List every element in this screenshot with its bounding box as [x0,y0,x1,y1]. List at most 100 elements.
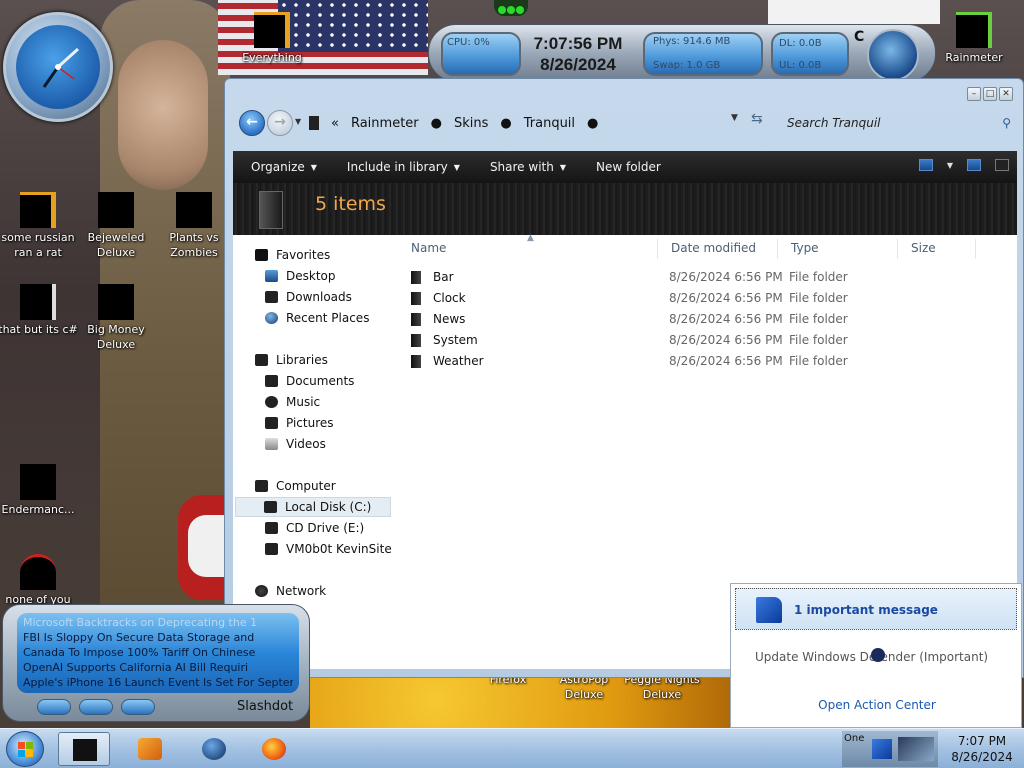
news-prev-button[interactable] [37,699,71,715]
file-row[interactable]: Weather 8/26/2024 6:56 PM File folder [403,351,1003,372]
nav-music[interactable]: Music [265,392,320,412]
nav-computer[interactable]: Computer [255,476,336,496]
column-header-date[interactable]: Date modified [671,241,756,255]
file-row[interactable]: Clock 8/26/2024 6:56 PM File folder [403,288,1003,309]
desktop-icon-bejeweled[interactable]: Bejeweled Deluxe [74,192,158,260]
tray-app-icon[interactable] [898,737,934,761]
nav-desktop[interactable]: Desktop [265,266,336,286]
nav-local-disk[interactable]: Local Disk (C:) [235,497,391,517]
sort-arrow-icon: ▲ [527,233,534,243]
open-action-center-link[interactable]: Open Action Center [731,698,1023,712]
column-divider[interactable] [777,239,778,259]
close-button[interactable]: ✕ [999,87,1013,101]
desktop-icon-rainmeter[interactable]: Rainmeter [932,12,1016,65]
news-headline[interactable]: Apple's iPhone 16 Launch Event Is Set Fo… [23,675,293,690]
nav-label: Network [276,584,327,598]
file-icon [20,284,56,320]
file-type: File folder [789,291,848,305]
desktop-icon-none-of-you[interactable]: none of you [0,554,80,607]
nav-label: Videos [286,437,326,451]
libraries-icon [255,354,268,366]
desktop-icon-russian-rat[interactable]: some russian ran a rat [0,192,80,260]
videos-icon [265,438,278,450]
recent-pages-dropdown-icon[interactable]: ▼ [295,117,301,126]
drive-letter: C [854,29,865,45]
news-headline[interactable]: Canada To Impose 100% Tariff On Chinese [23,645,293,660]
change-view-icon[interactable] [918,159,933,171]
taskbar-firefox[interactable] [248,732,300,766]
nav-pictures[interactable]: Pictures [265,413,334,433]
column-divider[interactable] [657,239,658,259]
file-row[interactable]: System 8/26/2024 6:56 PM File folder [403,330,1003,351]
breadcrumb-prefix[interactable]: « [331,116,339,131]
share-with-button[interactable]: Share with ▼ [490,160,566,174]
search-input[interactable]: Search Tranquil ⚲ [781,111,1017,135]
command-bar: Organize ▼ Include in library ▼ Share with… [233,151,1017,183]
start-button[interactable] [6,731,44,767]
folder-icon [411,313,421,326]
address-dropdown-icon[interactable]: ▼ [731,113,738,123]
preview-pane-icon[interactable] [967,159,981,171]
nav-cd-drive[interactable]: CD Drive (E:) [265,518,364,538]
minimize-button[interactable]: – [967,87,981,101]
indicator-light-icon [516,6,524,14]
help-icon[interactable] [995,159,1009,171]
column-divider[interactable] [975,239,976,259]
address-bar[interactable]: « Rainmeter ● Skins ● Tranquil ● [303,109,713,137]
include-in-library-button[interactable]: Include in library ▼ [347,160,460,174]
file-row[interactable]: News 8/26/2024 6:56 PM File folder [403,309,1003,330]
column-header-type[interactable]: Type [791,241,819,255]
nav-vm-share[interactable]: VM0b0t KevinSite [265,539,392,559]
desktop-icon-csharp[interactable]: that but its c# [0,284,80,337]
news-headline[interactable]: Microsoft Backtracks on Deprecating the … [23,615,293,630]
search-icon[interactable]: ⚲ [1002,116,1011,130]
file-row[interactable]: Bar 8/26/2024 6:56 PM File folder [403,267,1003,288]
forward-button[interactable]: → [267,110,293,136]
desktop-icon-everything[interactable]: Everything [230,12,314,65]
breadcrumb-tranquil[interactable]: Tranquil [524,116,575,131]
nav-downloads[interactable]: Downloads [265,287,352,307]
action-center-tray-icon[interactable] [872,739,892,759]
drive-knob-icon[interactable] [867,29,919,81]
top-indicator-widget [494,0,528,16]
news-next-button[interactable] [121,699,155,715]
maximize-button[interactable]: □ [983,87,997,101]
desktop-icon-label: Rainmeter [945,51,1003,64]
news-refresh-button[interactable] [79,699,113,715]
desktop-icon-big-money[interactable]: Big Money Deluxe [74,284,158,352]
taskbar-explorer[interactable] [58,732,110,766]
nav-documents[interactable]: Documents [265,371,354,391]
nav-libraries[interactable]: Libraries [255,350,328,370]
news-headline[interactable]: FBI Is Sloppy On Secure Data Storage and [23,630,293,645]
column-header-size[interactable]: Size [911,241,936,255]
nav-network[interactable]: Network [255,581,326,601]
nav-label: VM0b0t KevinSite [286,542,392,556]
breadcrumb-separator-icon[interactable]: ● [500,116,511,131]
refresh-icon[interactable]: ⇆ [751,111,763,127]
important-message-header[interactable]: 1 important message [735,588,1017,630]
news-headline[interactable]: OpenAI Supports California AI Bill Requi… [23,660,293,675]
nav-videos[interactable]: Videos [265,434,326,454]
breadcrumb-separator-icon[interactable]: ● [587,116,598,131]
nav-recent-places[interactable]: Recent Places [265,308,369,328]
phys-memory-readout: Phys: 914.6 MB [653,36,731,47]
column-header-name[interactable]: Name [411,241,446,255]
downloads-icon [265,291,278,303]
folder-icon [411,355,421,368]
everything-app-icon [254,12,290,48]
chevron-down-icon[interactable]: ▼ [947,161,953,170]
nav-favorites[interactable]: Favorites [255,245,330,265]
plants-vs-zombies-app-icon [176,192,212,228]
breadcrumb-separator-icon[interactable]: ● [431,116,442,131]
taskbar-media-player[interactable] [124,732,176,766]
desktop-icon-endermanc[interactable]: Endermanc... [0,464,80,517]
column-divider[interactable] [897,239,898,259]
organize-button[interactable]: Organize ▼ [251,160,317,174]
breadcrumb-skins[interactable]: Skins [454,116,488,131]
back-button[interactable]: ← [239,110,265,136]
breadcrumb-rainmeter[interactable]: Rainmeter [351,116,419,131]
taskbar-clock[interactable]: 7:07 PM 8/26/2024 [942,733,1022,765]
new-folder-button[interactable]: New folder [596,160,661,174]
taskbar-globe-app[interactable] [188,732,240,766]
memory-gauge: Phys: 914.6 MB Swap: 1.0 GB [643,32,763,76]
